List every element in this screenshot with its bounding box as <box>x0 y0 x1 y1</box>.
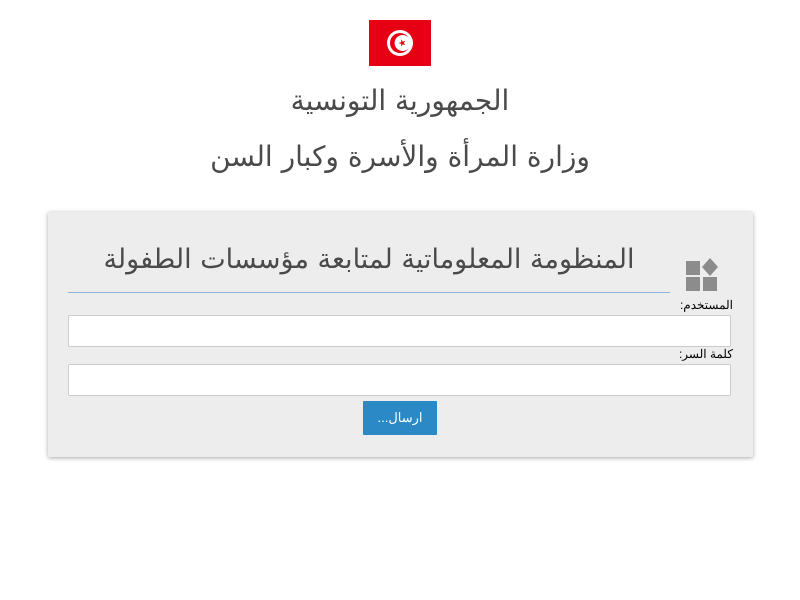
username-input[interactable] <box>68 315 731 347</box>
tunisia-flag-icon <box>369 20 431 66</box>
password-input[interactable] <box>68 364 731 396</box>
ministry-title: وزارة المرأة والأسرة وكبار السن <box>210 140 590 173</box>
login-card: المنظومة المعلوماتية لمتابعة مؤسسات الطف… <box>48 212 753 457</box>
system-title: المنظومة المعلوماتية لمتابعة مؤسسات الطف… <box>68 240 670 293</box>
widgets-icon <box>686 258 718 291</box>
submit-button[interactable]: ارسال... <box>363 401 437 435</box>
username-label: المستخدم: <box>679 298 733 312</box>
login-page: الجمهورية التونسية وزارة المرأة والأسرة … <box>0 0 800 600</box>
republic-title: الجمهورية التونسية <box>290 84 510 117</box>
password-label: كلمة السر: <box>678 347 733 361</box>
